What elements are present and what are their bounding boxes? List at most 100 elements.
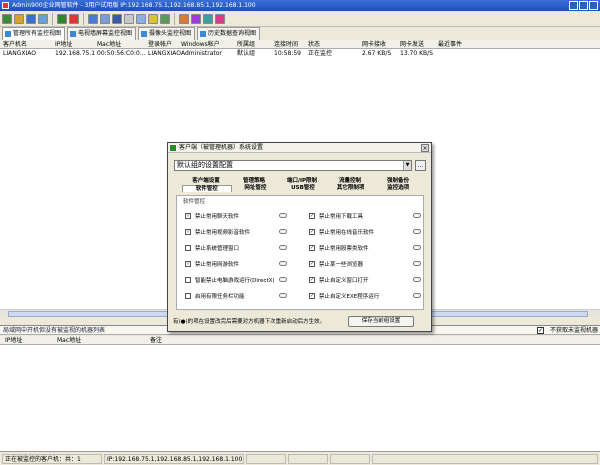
maximize-button[interactable] xyxy=(579,1,588,10)
tab-history[interactable]: 历史数据查询视图 xyxy=(197,27,261,40)
col-net-send[interactable]: 网卡发送 xyxy=(400,40,424,49)
window-controls xyxy=(569,1,598,10)
tab-usb-control[interactable]: USB管控 xyxy=(279,185,327,192)
tab-software-control[interactable]: 软件管控 xyxy=(182,185,232,192)
checkbox[interactable]: ✓ xyxy=(185,261,191,267)
remote-icon[interactable] xyxy=(160,13,170,24)
tab-url-control[interactable]: 网址管控 xyxy=(232,185,280,192)
message-icon[interactable] xyxy=(136,13,146,24)
more-options-button[interactable]: ... xyxy=(415,160,426,171)
view-icon[interactable] xyxy=(26,13,36,24)
tab-management-policy[interactable]: 管理策略 xyxy=(230,178,278,185)
monitor-icon[interactable] xyxy=(38,13,48,24)
checkbox[interactable]: ✓ xyxy=(185,229,191,235)
tab-other-limits[interactable]: 其它限制项 xyxy=(327,185,375,192)
col-mac[interactable]: Mac地址 xyxy=(97,40,121,49)
option-block-chat[interactable]: ✓ 禁止常用聊天软件 xyxy=(185,212,239,220)
unmonitored-table-header: IP地址 Mac地址 备注 xyxy=(0,336,600,345)
close-button[interactable] xyxy=(589,1,598,10)
col-client-name[interactable]: 客户机名 xyxy=(3,40,27,49)
screen-icon[interactable] xyxy=(100,13,110,24)
toolbar-separator xyxy=(52,12,53,25)
help-icon[interactable] xyxy=(191,13,201,24)
restart-indicator xyxy=(279,213,287,218)
camera-icon[interactable] xyxy=(112,13,122,24)
tab-client-settings[interactable]: 客户端设置 xyxy=(182,178,230,185)
cell-status: 正在监控 xyxy=(308,50,333,57)
col-mac[interactable]: Mac地址 xyxy=(57,336,81,345)
group-title: 软件管控 xyxy=(183,199,206,205)
restart-indicator xyxy=(413,245,421,250)
option-block-music[interactable]: ✓ 禁止常用在线音乐软件 xyxy=(309,228,374,236)
checkbox[interactable] xyxy=(185,245,191,251)
option-block-sysmgr[interactable]: 禁止系统管理窗口 xyxy=(185,244,239,252)
save-group-settings-button[interactable]: 保存当前组设置 xyxy=(348,316,414,327)
skip-unmonitored-label[interactable]: 不获取未监视机器 xyxy=(550,326,598,335)
window-titlebar: Admin900企业网管软件 - 3用户试用版 IP:192.168.75.1,… xyxy=(0,0,600,11)
col-connect-time[interactable]: 连接时间 xyxy=(274,40,298,49)
status-cell xyxy=(330,454,370,464)
settings-icon[interactable] xyxy=(124,13,134,24)
tab-all-monitors[interactable]: 管理所有监控视图 xyxy=(2,27,66,40)
option-block-games[interactable]: ✓ 禁止常用网游软件 xyxy=(185,260,239,268)
stop-icon[interactable] xyxy=(69,13,79,24)
checkbox[interactable]: ✓ xyxy=(309,293,315,299)
restart-indicator xyxy=(413,229,421,234)
edit-icon[interactable] xyxy=(14,13,24,24)
option-block-stocks[interactable]: ✓ 禁止常用股票类软件 xyxy=(309,244,369,252)
col-ip[interactable]: IP地址 xyxy=(5,336,22,345)
restart-indicator xyxy=(279,245,287,250)
col-last-event[interactable]: 最近事件 xyxy=(438,40,462,49)
tab-traffic-control[interactable]: 流量控制 xyxy=(326,178,374,185)
report-icon[interactable] xyxy=(203,13,213,24)
minimize-button[interactable] xyxy=(569,1,578,10)
tab-camera[interactable]: 摄像头监控视图 xyxy=(138,27,196,40)
dialog-close-button[interactable]: × xyxy=(421,144,429,152)
network-icon[interactable] xyxy=(88,13,98,24)
tab-port-ip-limit[interactable]: 端口/IP限制 xyxy=(278,178,326,185)
checkbox[interactable] xyxy=(185,293,191,299)
table-row[interactable]: LIANGXIAO 192.168.75.1 00:50:56:C0:0... … xyxy=(0,49,600,58)
checkbox[interactable]: ✓ xyxy=(309,277,315,283)
checkbox[interactable]: ✓ xyxy=(309,245,315,251)
tv-icon xyxy=(70,31,77,37)
unmonitored-section-title: 局域网中开机但没有被监视的机器列表 xyxy=(3,327,106,334)
restart-indicator xyxy=(279,293,287,298)
option-limited-taskbar[interactable]: 启用有限任务栏功能 xyxy=(185,292,245,300)
col-ip[interactable]: IP地址 xyxy=(55,40,72,49)
option-block-video[interactable]: ✓ 禁止常用视频影音软件 xyxy=(185,228,250,236)
checkbox[interactable]: ✓ xyxy=(309,213,315,219)
col-note[interactable]: 备注 xyxy=(150,336,162,345)
lock-icon[interactable] xyxy=(148,13,158,24)
main-toolbar xyxy=(0,11,600,27)
shutdown-icon[interactable] xyxy=(179,13,189,24)
tab-monitor-options[interactable]: 监控选项 xyxy=(374,185,422,192)
col-windows-account[interactable]: Windows帐户 xyxy=(181,40,220,49)
client-settings-dialog: 客户端（被管理机器）系统设置 × 默认组的设置配置 ▼ ... 客户端设置 管理… xyxy=(167,142,432,332)
option-block-download[interactable]: ✓ 禁止常用下载工具 xyxy=(309,212,363,220)
exit-icon[interactable] xyxy=(215,13,225,24)
group-config-select[interactable]: 默认组的设置配置 ▼ xyxy=(174,160,412,171)
checkbox[interactable]: ✓ xyxy=(185,213,191,219)
option-block-custom-window[interactable]: ✓ 禁止自定义窗口打开 xyxy=(309,276,369,284)
unmonitored-grid[interactable] xyxy=(0,345,600,451)
checkbox[interactable] xyxy=(185,277,191,283)
checkbox[interactable]: ✓ xyxy=(309,261,315,267)
tab-forced-backup[interactable]: 强制备份 xyxy=(374,178,422,185)
connect-icon[interactable] xyxy=(2,13,12,24)
option-block-custom-exe[interactable]: ✓ 禁止自定义EXE程序运行 xyxy=(309,292,379,300)
col-group[interactable]: 所属组 xyxy=(237,40,255,49)
dialog-title: 客户端（被管理机器）系统设置 xyxy=(179,144,264,151)
refresh-icon[interactable] xyxy=(57,13,67,24)
tab-tv-wall[interactable]: 电视墙屏幕监控视图 xyxy=(67,27,137,40)
col-login[interactable]: 登录帐户 xyxy=(148,40,172,49)
restart-indicator xyxy=(413,277,421,282)
option-block-directx[interactable]: 智能禁止电脑游戏运行(DirectX) xyxy=(185,276,275,284)
restart-indicator xyxy=(413,213,421,218)
chevron-down-icon[interactable]: ▼ xyxy=(403,161,411,170)
col-status[interactable]: 状态 xyxy=(308,40,320,49)
col-net-recv[interactable]: 网卡接收 xyxy=(362,40,386,49)
skip-unmonitored-checkbox[interactable]: ✓ xyxy=(537,327,544,334)
checkbox[interactable]: ✓ xyxy=(309,229,315,235)
option-block-browsers[interactable]: ✓ 禁止某一些浏览器 xyxy=(309,260,363,268)
